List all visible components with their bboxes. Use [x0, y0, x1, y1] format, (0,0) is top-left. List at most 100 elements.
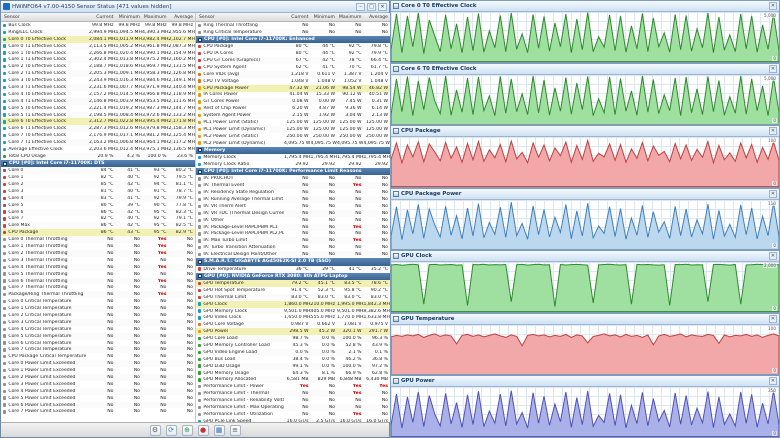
sensor-row[interactable]: Total CPU Usage 20.9 % 4.2 % 100.0 % 23.6 % [1, 152, 195, 160]
graph-close-icon[interactable]: ✕ [769, 127, 777, 136]
sensor-row[interactable]: PL1 Power Limit (Dynamic) 125.00 W 125.00 … [196, 125, 390, 133]
sensor-row[interactable]: Core 5 Critical Temperature No No No No [1, 332, 195, 340]
sensor-row[interactable]: Performance Limit - Thermal No No Yes No [196, 390, 390, 398]
sensor-row[interactable]: IA Cores Power 41.04 W 15.33 W 90.12 W 40.51… [196, 92, 390, 99]
graph-titlebar[interactable]: Core 0 T0 Effective Clock ✕ [391, 1, 779, 12]
graph-close-icon[interactable]: ✕ [769, 314, 777, 323]
sensor-row[interactable]: Core Max 86 °C 42 °C 95 °C 82.5 °C [1, 222, 195, 230]
sensor-row[interactable]: Performance Limit - Power Yes No Yes Yes [196, 383, 390, 390]
sensor-row[interactable]: IA: Package-Level RAPL/PBM PL1 No No Yes No [196, 223, 390, 231]
sensor-row[interactable]: GPU Hot Spot Temperature 91.4 °C 52.3 °C 95… [196, 287, 390, 294]
sensor-row[interactable]: Core 2 Power Limit Exceeded No No No No [1, 374, 195, 381]
sensor-row[interactable]: CPU Package Critical Temperature No No No No [1, 353, 195, 360]
section-header[interactable]: CPU [#0]: Intel Core i7-11700K: DTS [1, 159, 195, 168]
graph-titlebar[interactable]: GPU Power ✕ [391, 376, 779, 388]
sensor-row[interactable]: Core 5 Power Limit Exceeded No No No No [1, 395, 195, 402]
sensor-row[interactable]: Core 1 82 °C 40 °C 92 °C 79.5 °C [1, 174, 195, 181]
graph-titlebar[interactable]: Core 6 T0 Effective Clock ✕ [391, 63, 779, 75]
sensor-row[interactable]: Core 5 T0 Effective Clock 2,221.4 MHz 1,01… [1, 105, 195, 112]
sensor-row[interactable]: Core 3 Thermal Throttling No No No No [1, 257, 195, 264]
sensor-row[interactable]: Package/Ring Thermal Throttling No No Yes No [1, 291, 195, 299]
sensor-row[interactable]: PL2 Power Limit (Static) 250.00 W 250.00 W… [196, 133, 390, 140]
graph-close-icon[interactable]: ✕ [769, 189, 777, 198]
sensor-row[interactable]: GPU Memory Usage 64.3 % 8.1 % 66.9 % 62.8 % [196, 370, 390, 377]
sensor-row[interactable]: IA: Electrical Design Point/Other No No No N… [196, 251, 390, 259]
sensor-row[interactable]: Core 4 Power Limit Exceeded No No No No [1, 387, 195, 395]
section-header[interactable]: CPU [#0]: Intel Core i7-11700K: Enhanced [196, 35, 390, 44]
sensor-row[interactable]: GPU Power 298.5 W 45.2 W 320.1 W 291.7 W [196, 328, 390, 336]
sensor-row[interactable]: GPU Core Voltage 0.987 V 0.662 V 1.081 V 0.9… [196, 321, 390, 329]
sensor-row[interactable]: CPU Package 86 °C 43 °C 95 °C 82.9 °C [1, 229, 195, 237]
sensor-row[interactable]: Core 4 Critical Temperature No No No No [1, 326, 195, 333]
sensor-row[interactable]: IA: Running Average Thermal Limit No No No N… [196, 196, 390, 203]
sensor-row[interactable]: Core 3 T1 Effective Clock 2,231.6 MHz 1,00… [1, 84, 195, 91]
sensor-row[interactable]: GPU Clock 1,860.0 MHz 210.0 MHz 1,995.0 MHz… [196, 300, 390, 308]
sensor-row[interactable]: GPU Video Engine Load 0.0 % 0.0 % 2.1 % 0.1 … [196, 348, 390, 356]
sensor-window-titlebar[interactable]: HWiNFO64 v7.00-4150 Sensor Status [471 v… [1, 1, 389, 13]
graph-titlebar[interactable]: CPU Package ✕ [391, 126, 779, 138]
sensor-row[interactable]: Core 0 Critical Temperature No No No No [1, 298, 195, 305]
sensor-row[interactable]: Core 7 T1 Effective Clock 2,163.2 MHz 1,00… [1, 139, 195, 147]
sensor-row[interactable]: Core 0 T1 Effective Clock 2,113.5 MHz 1,00… [1, 42, 195, 50]
sensor-row[interactable]: GPU D3D Usage 99.1 % 0.0 % 100.0 % 97.2 % [196, 362, 390, 370]
section-header[interactable]: CPU [#0]: Intel Core i7-11700K: Performa… [196, 167, 390, 176]
sensor-row[interactable]: GPU Temperature 79.2 °C 45.1 °C 83.5 °C 78.6… [196, 280, 390, 287]
sensor-row[interactable]: Core 6 Critical Temperature No No No No [1, 340, 195, 347]
sensor-row[interactable]: Core 6 T1 Effective Clock 2,287.3 MHz 1,01… [1, 125, 195, 133]
report-button[interactable]: ▦ [213, 424, 225, 436]
sensor-row[interactable]: Core 7 Thermal Throttling No No No No [1, 284, 195, 291]
sensor-row[interactable]: Ring/LLC Clock 2,994.9 MHz 1,094.5 MHz 4,39… [1, 28, 195, 36]
maximize-button[interactable]: □ [367, 2, 376, 11]
sensor-row[interactable]: Bus Clock 99.8 MHz 99.8 MHz 99.8 MHz 99.8 MH… [1, 22, 195, 29]
sensor-row[interactable]: Core 4 Thermal Throttling No No Yes No [1, 263, 195, 271]
sensor-row[interactable]: IA: Turbo Transition Attenuation No No No No [196, 244, 390, 251]
sensor-row[interactable]: Core 5 Thermal Throttling No No No No [1, 271, 195, 278]
sensor-row[interactable]: GPU Memory Controller Load 45.3 % 0.0 % 52.… [196, 342, 390, 349]
logging-button[interactable]: ● [197, 424, 209, 436]
sensor-row[interactable]: Core 0 T0 Effective Clock 2,084.1 MHz 1,01… [1, 35, 195, 43]
sensor-row[interactable]: Core VIDs (avg) 1.218 V 0.611 V 1.387 V 1.20… [196, 70, 390, 78]
sensor-row[interactable]: IA: VR Therm Alert No No No No [196, 203, 390, 210]
sensor-row[interactable]: Average Effective Clock 2,203.6 MHz 1,012.… [1, 146, 195, 153]
sensor-row[interactable]: Core 2 Critical Temperature No No No No [1, 312, 195, 319]
sensor-row[interactable]: Core 1 Thermal Throttling No No Yes No [1, 243, 195, 250]
sensor-row[interactable]: CPU TV Voltage 1.048 V 1.048 V 1.052 V 1.048… [196, 78, 390, 85]
sensor-row[interactable]: Core 0 Thermal Throttling No No Yes No [1, 236, 195, 244]
sensor-row[interactable]: GPU Video Clock 1,650.0 MHz 555.0 MHz 1,770… [196, 314, 390, 321]
sensor-row[interactable]: Core 1 Critical Temperature No No No No [1, 305, 195, 313]
sensor-row[interactable]: GT Cores Power 0.08 W 0.00 W 7.45 W 0.31 W [196, 98, 390, 106]
sensor-row[interactable]: Core 0 Power Limit Exceeded No No No No [1, 360, 195, 368]
graph-close-icon[interactable]: ✕ [769, 64, 777, 73]
sensor-row[interactable]: IA: Residency State Regulation No No No No [196, 189, 390, 196]
sensor-row[interactable]: Core 0 84 °C 41 °C 93 °C 80.2 °C [1, 167, 195, 175]
settings-button[interactable]: ⚙ [149, 424, 161, 436]
sensor-row[interactable]: Core 1 Power Limit Exceeded No No No No [1, 367, 195, 374]
sensor-row[interactable]: Core 2 85 °C 42 °C 94 °C 81.1 °C [1, 181, 195, 188]
graph-close-icon[interactable]: ✕ [769, 2, 777, 10]
sensor-row[interactable]: GPU Thermal Limit 83.0 °C 83.0 °C 83.0 °C 83… [196, 293, 390, 301]
close-button[interactable]: ✕ [378, 2, 387, 11]
sensor-row[interactable]: PL1 Power Limit (Static) 125.00 W 125.00 W… [196, 119, 390, 126]
sensor-row[interactable]: CPU Package Power 47.32 W 21.06 W 98.54 W 46… [196, 84, 390, 92]
sensor-row[interactable]: IA: Package-Level RAPL/PBM PL2,PL3 No No No… [196, 231, 390, 238]
sensor-row[interactable]: Memory Clock 1,795.4 MHz 1,795.4 MHz 1,795.… [196, 154, 390, 162]
sensor-row[interactable]: Core 3 Critical Temperature No No No No [1, 318, 195, 326]
sensor-row[interactable]: CPU Package 80 °C 44 °C 92 °C 79.8 °C [196, 43, 390, 51]
minimize-button[interactable]: – [356, 2, 365, 11]
sensor-row[interactable]: Core 6 Thermal Throttling No No Yes No [1, 277, 195, 285]
sensor-row[interactable]: Core 6 Power Limit Exceeded No No No No [1, 401, 195, 409]
section-header[interactable]: S.M.A.R.T.: GIGABYTE AG450E2K-SI 2.0 TB … [196, 258, 390, 266]
sensor-row[interactable]: Core 4 T1 Effective Clock 2,146.8 MHz 1,00… [1, 97, 195, 105]
sensor-row[interactable]: Core 2 Thermal Throttling No No Yes No [1, 250, 195, 257]
graph-close-icon[interactable]: ✕ [769, 252, 777, 261]
sensor-row[interactable]: Ring Critical Temperature No No No No [196, 28, 390, 36]
sensor-row[interactable]: Drive Temperature 36 °C 29 °C 41 °C 35.2 °C [196, 265, 390, 273]
sensor-row[interactable]: Core 7 Power Limit Exceeded No No No No [1, 408, 195, 415]
sensor-row[interactable]: Core 1 T1 Effective Clock 2,302.4 MHz 1,01… [1, 56, 195, 64]
sensor-row[interactable]: IA: Thermal Event No No Yes No [196, 182, 390, 190]
menu-button[interactable]: ≡ [229, 424, 241, 436]
add-graph-button[interactable]: ⊕ [181, 424, 193, 436]
sensor-row[interactable]: Core 3 81 °C 40 °C 91 °C 78.7 °C [1, 188, 195, 195]
sensor-row[interactable]: Performance Limit - Utilization No No Yes No [196, 411, 390, 418]
reset-minmax-button[interactable]: ⟳ [165, 424, 177, 436]
